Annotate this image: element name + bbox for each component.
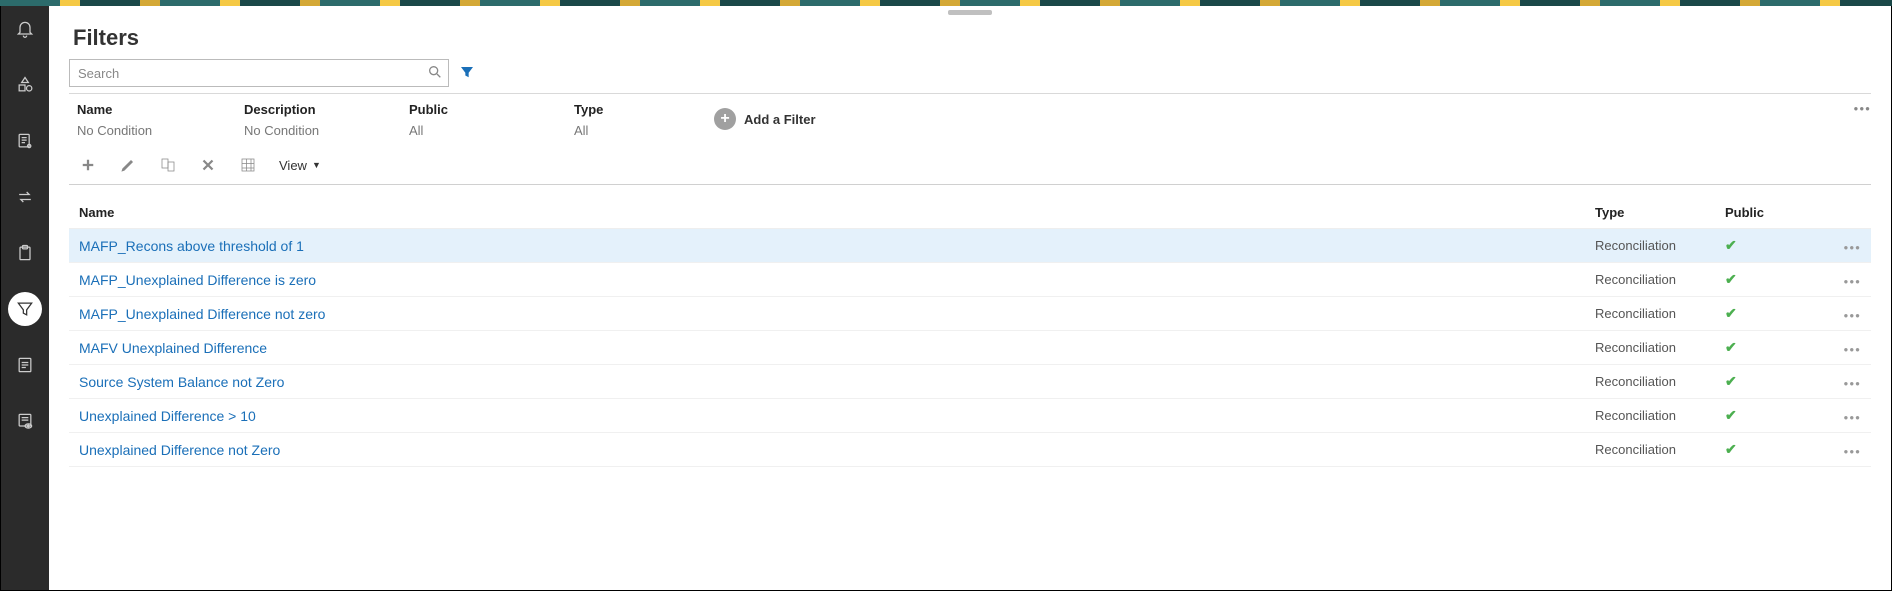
sidebar-item-list[interactable] [8, 348, 42, 382]
row-actions-button[interactable]: ●●● [1844, 413, 1862, 422]
view-menu-button[interactable]: View ▼ [279, 158, 321, 173]
duplicate-button[interactable] [159, 156, 177, 174]
funnel-icon [15, 299, 35, 319]
filter-criterion-label: Name [77, 102, 224, 117]
sidebar [1, 6, 49, 590]
sidebar-item-report[interactable] [8, 404, 42, 438]
checkmark-icon: ✔ [1725, 407, 1737, 423]
x-icon [199, 156, 217, 174]
row-actions-button[interactable]: ●●● [1844, 277, 1862, 286]
filter-type-cell: Reconciliation [1595, 306, 1725, 321]
search-icon[interactable] [427, 64, 443, 80]
filter-criterion-value: No Condition [244, 123, 389, 138]
filter-criterion-label: Public [409, 102, 554, 117]
sidebar-item-filters[interactable] [8, 292, 42, 326]
funnel-icon [459, 64, 475, 80]
sidebar-item-shapes[interactable] [8, 68, 42, 102]
document-settings-icon [15, 131, 35, 151]
row-actions-button[interactable]: ●●● [1844, 311, 1862, 320]
pencil-icon [119, 156, 137, 174]
delete-button[interactable] [199, 156, 217, 174]
list-doc-icon [15, 355, 35, 375]
table-row[interactable]: MAFP_Recons above threshold of 1 Reconcil… [69, 229, 1871, 263]
filter-type-cell: Reconciliation [1595, 442, 1725, 457]
shapes-icon [15, 75, 35, 95]
column-header-type[interactable]: Type [1595, 205, 1725, 220]
view-label: View [279, 158, 307, 173]
filter-criterion-label: Type [574, 102, 704, 117]
row-actions-button[interactable]: ●●● [1844, 345, 1862, 354]
drag-handle[interactable] [948, 10, 992, 15]
bell-icon [15, 19, 35, 39]
filter-name-link[interactable]: MAFV Unexplained Difference [79, 340, 267, 356]
filter-type-cell: Reconciliation [1595, 374, 1725, 389]
report-eye-icon [15, 411, 35, 431]
checkmark-icon: ✔ [1725, 237, 1737, 253]
filter-type-cell: Reconciliation [1595, 238, 1725, 253]
filter-name-link[interactable]: Unexplained Difference not Zero [79, 442, 280, 458]
grid-icon [239, 156, 257, 174]
clipboard-icon [15, 243, 35, 263]
plus-circle-icon: + [714, 108, 736, 130]
column-header-name[interactable]: Name [79, 205, 1595, 220]
copy-icon [159, 156, 177, 174]
filter-criterion-description[interactable]: Description No Condition [234, 102, 399, 138]
filter-type-cell: Reconciliation [1595, 272, 1725, 287]
caret-down-icon: ▼ [312, 160, 321, 170]
checkmark-icon: ✔ [1725, 339, 1737, 355]
search-input[interactable] [69, 59, 449, 87]
filter-criterion-value: All [409, 123, 554, 138]
checkmark-icon: ✔ [1725, 441, 1737, 457]
page-title: Filters [73, 25, 1871, 51]
filter-bar-more-button[interactable]: ●●● [1854, 104, 1872, 113]
row-actions-button[interactable]: ●●● [1844, 243, 1862, 252]
column-header-actions [1801, 205, 1861, 220]
new-button[interactable] [79, 156, 97, 174]
filter-criterion-label: Description [244, 102, 389, 117]
filter-name-link[interactable]: MAFP_Recons above threshold of 1 [79, 238, 304, 254]
add-filter-label: Add a Filter [744, 112, 816, 127]
filters-table: Name Type Public MAFP_Recons above thres… [69, 197, 1871, 467]
table-header: Name Type Public [69, 197, 1871, 229]
row-actions-button[interactable]: ●●● [1844, 447, 1862, 456]
filter-criterion-name[interactable]: Name No Condition [69, 102, 234, 138]
checkmark-icon: ✔ [1725, 271, 1737, 287]
transfer-icon [15, 187, 35, 207]
table-row[interactable]: MAFP_Unexplained Difference not zero Reco… [69, 297, 1871, 331]
table-row[interactable]: Source System Balance not Zero Reconcilia… [69, 365, 1871, 399]
plus-icon [79, 156, 97, 174]
toolbar: View ▼ [69, 152, 1871, 185]
filter-criterion-value: No Condition [77, 123, 224, 138]
table-row[interactable]: Unexplained Difference not Zero Reconcili… [69, 433, 1871, 467]
edit-button[interactable] [119, 156, 137, 174]
checkmark-icon: ✔ [1725, 305, 1737, 321]
filter-criterion-type[interactable]: Type All [564, 102, 714, 138]
table-row[interactable]: MAFP_Unexplained Difference is zero Recon… [69, 263, 1871, 297]
filter-criterion-public[interactable]: Public All [399, 102, 564, 138]
main-panel: Filters Name No Condition Description No… [49, 6, 1891, 590]
filter-toggle-button[interactable] [459, 64, 475, 83]
filter-name-link[interactable]: Unexplained Difference > 10 [79, 408, 256, 424]
filter-criteria-bar: Name No Condition Description No Conditi… [69, 93, 1871, 138]
add-filter-button[interactable]: + Add a Filter [714, 108, 816, 130]
sidebar-item-clipboard[interactable] [8, 236, 42, 270]
filter-type-cell: Reconciliation [1595, 408, 1725, 423]
sidebar-item-doc-gear[interactable] [8, 124, 42, 158]
table-row[interactable]: Unexplained Difference > 10 Reconciliatio… [69, 399, 1871, 433]
filter-criterion-value: All [574, 123, 704, 138]
sidebar-item-notifications[interactable] [8, 12, 42, 46]
column-header-public[interactable]: Public [1725, 205, 1801, 220]
filter-name-link[interactable]: MAFP_Unexplained Difference not zero [79, 306, 325, 322]
filter-name-link[interactable]: MAFP_Unexplained Difference is zero [79, 272, 316, 288]
grid-button[interactable] [239, 156, 257, 174]
filter-name-link[interactable]: Source System Balance not Zero [79, 374, 284, 390]
table-row[interactable]: MAFV Unexplained Difference Reconciliatio… [69, 331, 1871, 365]
sidebar-item-transfer[interactable] [8, 180, 42, 214]
row-actions-button[interactable]: ●●● [1844, 379, 1862, 388]
filter-type-cell: Reconciliation [1595, 340, 1725, 355]
checkmark-icon: ✔ [1725, 373, 1737, 389]
